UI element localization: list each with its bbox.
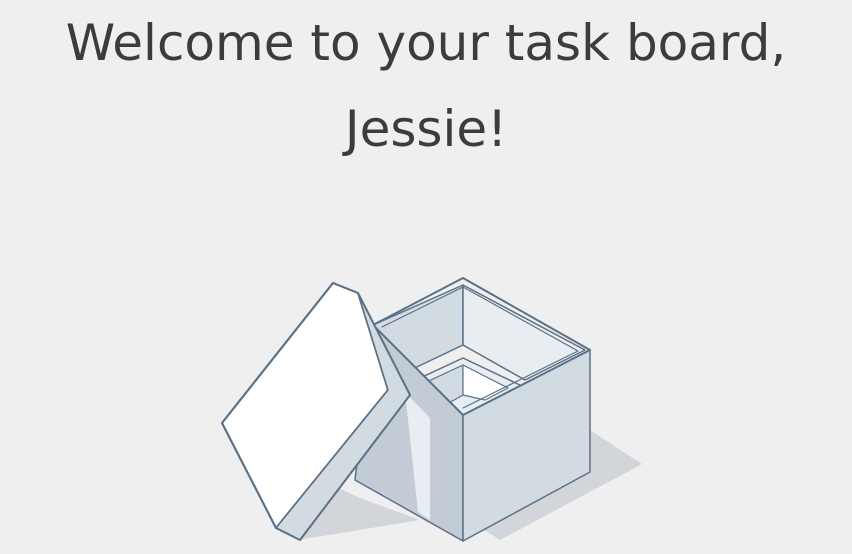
empty-board-view: Welcome to your task board, Jessie! xyxy=(0,0,852,554)
open-box-icon xyxy=(221,277,642,542)
